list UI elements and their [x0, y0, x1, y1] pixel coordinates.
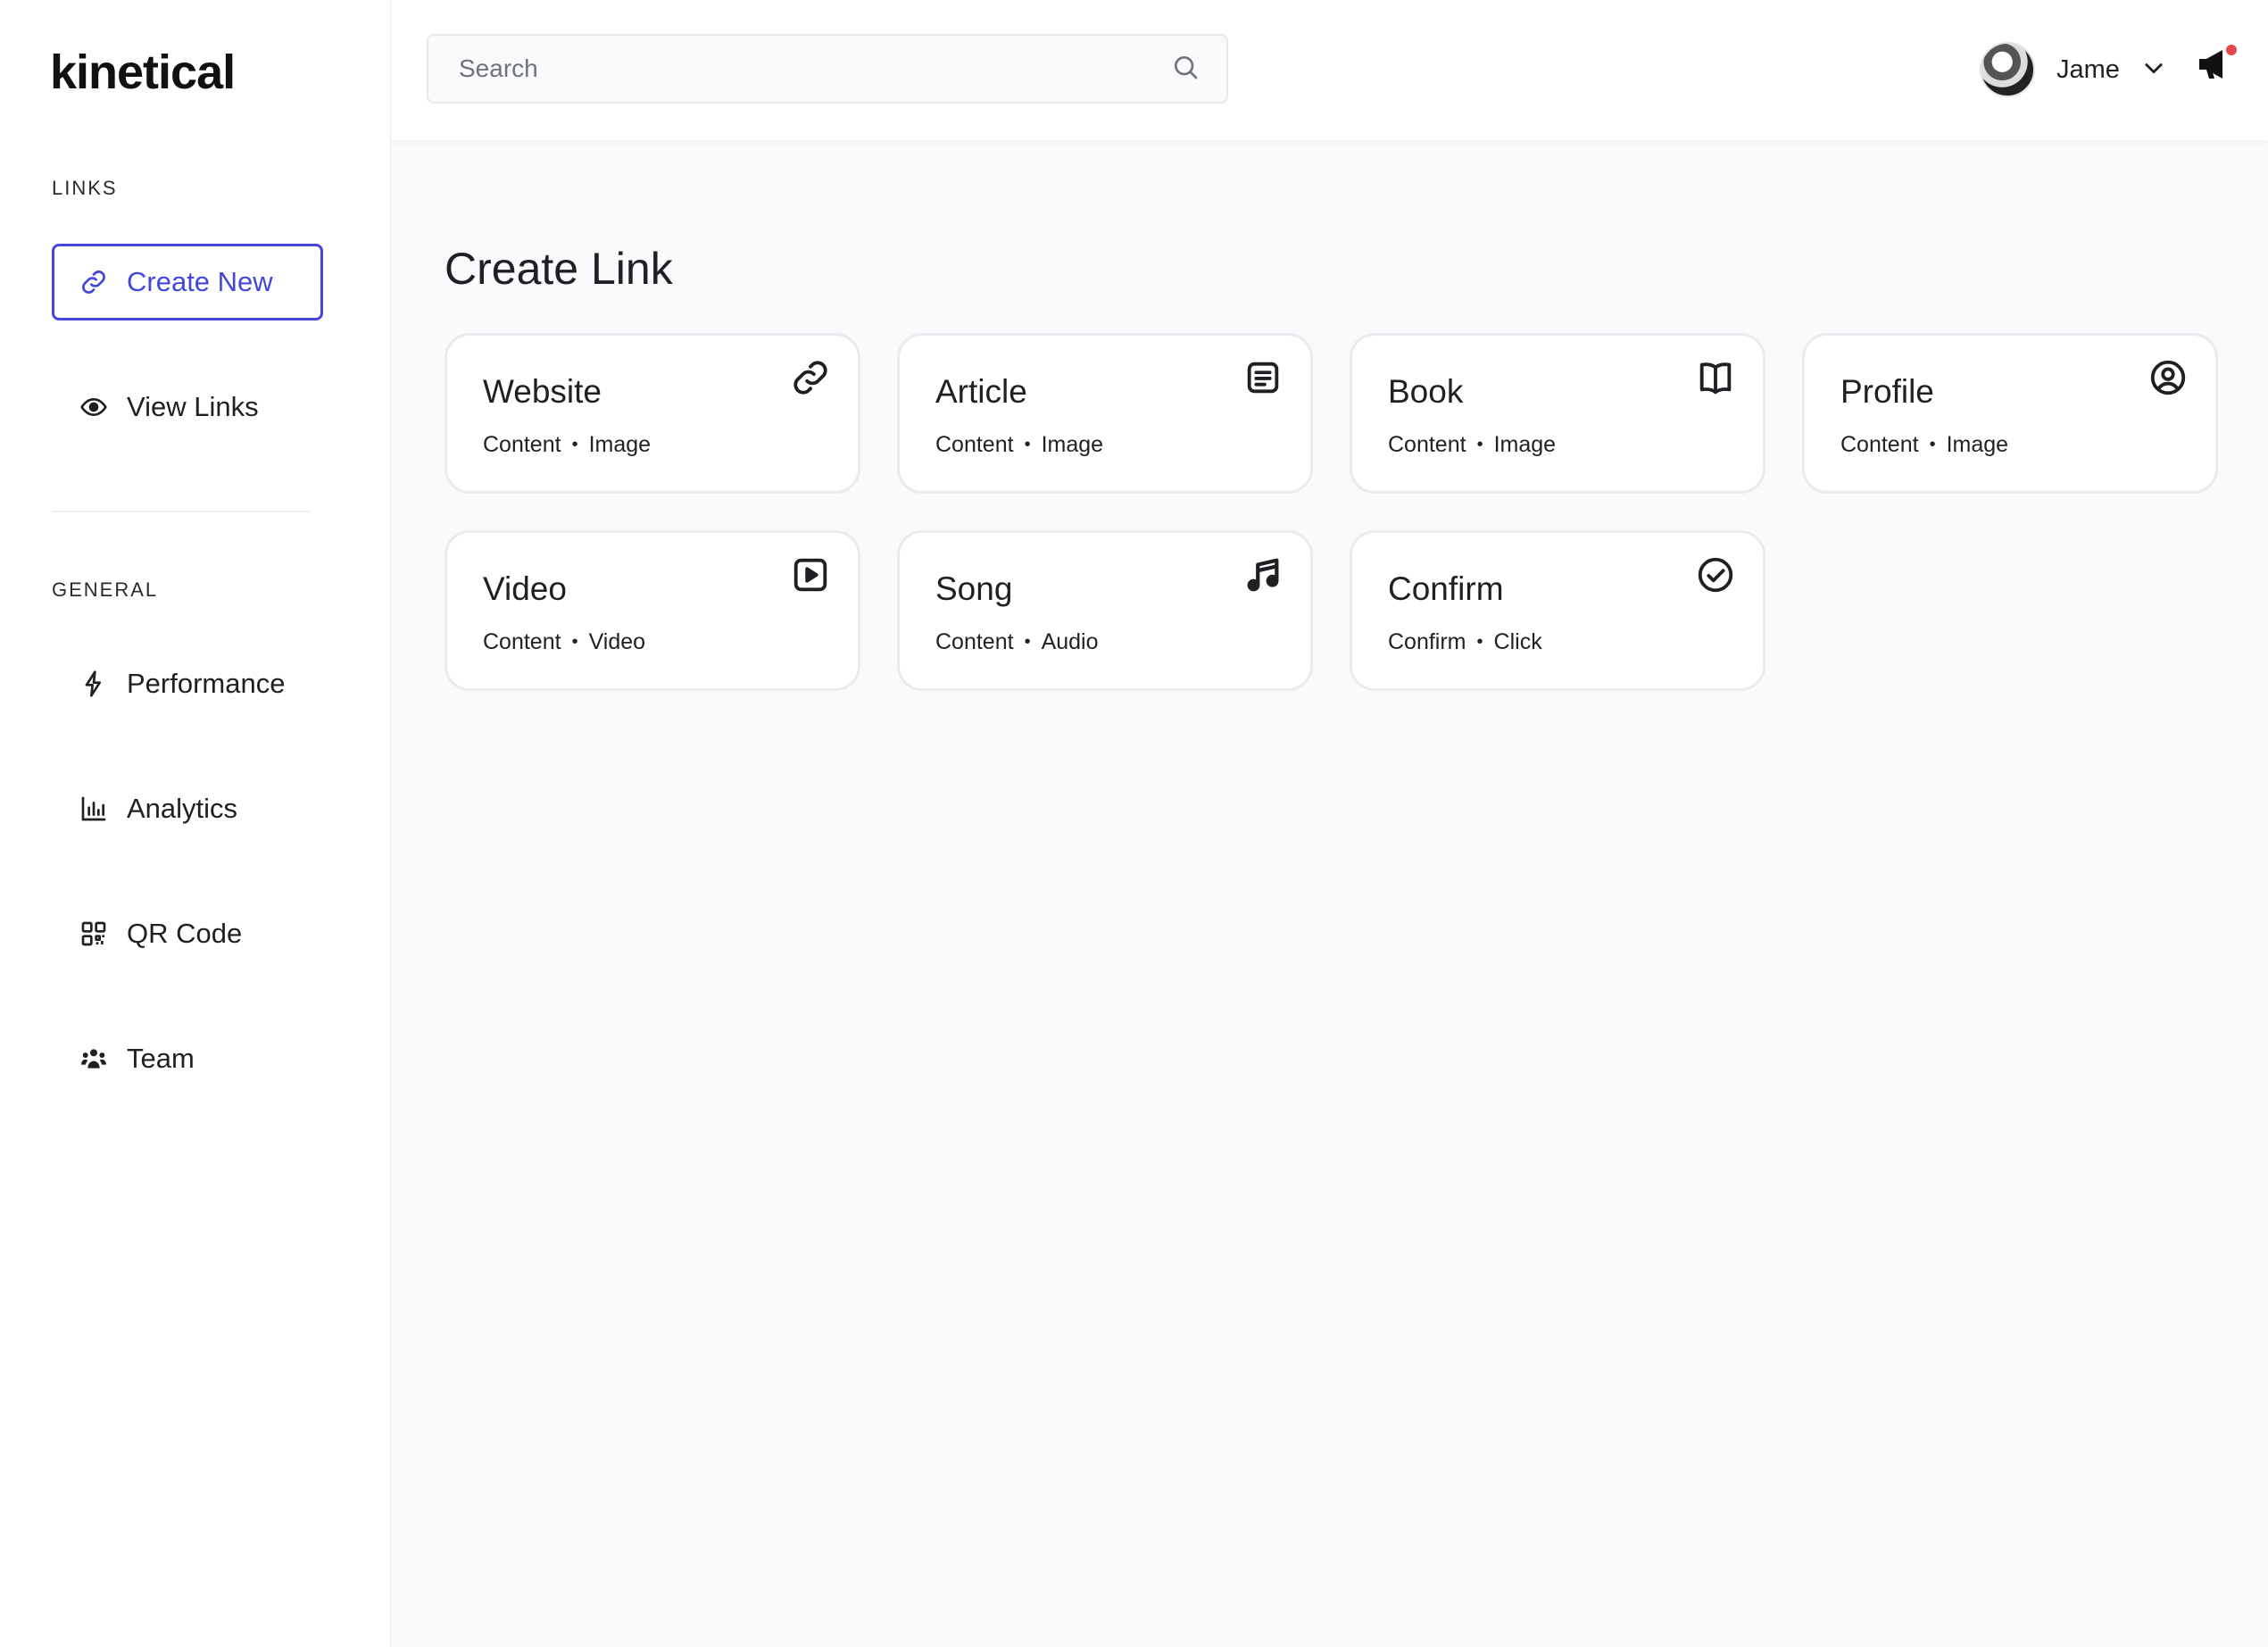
card-meta-primary: Content — [935, 629, 1014, 654]
meta-separator: • — [571, 632, 578, 652]
card-meta-primary: Content — [483, 629, 561, 654]
sidebar-item-qr-code[interactable]: QR Code — [52, 895, 323, 972]
book-icon — [1695, 357, 1736, 398]
sidebar-item-label: View Links — [127, 391, 259, 422]
card-meta-primary: Content — [935, 432, 1014, 457]
card-meta-secondary: Image — [1946, 432, 2009, 457]
card-title: Song — [935, 570, 1013, 607]
card-meta-secondary: Audio — [1041, 629, 1099, 654]
bolt-icon — [79, 669, 109, 699]
meta-separator: • — [1024, 435, 1031, 454]
user-menu[interactable]: Jame — [1980, 39, 2166, 100]
card-meta-secondary: Video — [588, 629, 646, 654]
card-song[interactable]: Song Content • Audio — [897, 530, 1313, 691]
avatar[interactable] — [1980, 42, 2035, 97]
article-icon — [1242, 357, 1284, 398]
sidebar-item-analytics[interactable]: Analytics — [52, 770, 323, 847]
sidebar: kinetical LINKS Create New View Links GE… — [0, 0, 391, 1647]
top-header: Jame — [391, 0, 2268, 140]
card-meta: Content • Image — [935, 432, 1103, 458]
card-title: Video — [483, 570, 567, 607]
card-meta-secondary: Image — [588, 432, 652, 457]
meta-separator: • — [1476, 632, 1483, 652]
sidebar-item-label: Analytics — [127, 793, 238, 824]
search-bar[interactable] — [427, 34, 1228, 104]
card-title: Book — [1388, 373, 1464, 410]
check-circle-icon — [1695, 554, 1736, 595]
card-confirm[interactable]: Confirm Confirm • Click — [1350, 530, 1765, 691]
sidebar-divider — [52, 511, 311, 512]
search-input[interactable] — [459, 54, 1171, 83]
card-title: Article — [935, 373, 1027, 410]
sidebar-item-view-links[interactable]: View Links — [52, 369, 323, 445]
card-meta: Content • Audio — [935, 629, 1099, 655]
chevron-down-icon[interactable] — [2141, 55, 2166, 85]
card-meta: Content • Video — [483, 629, 645, 655]
qr-code-icon — [79, 919, 109, 949]
card-meta-secondary: Image — [1493, 432, 1557, 457]
sidebar-item-label: Performance — [127, 668, 286, 699]
sidebar-item-label: QR Code — [127, 918, 243, 949]
links-section-label: LINKS — [52, 177, 118, 199]
meta-separator: • — [571, 435, 578, 454]
notifications-button[interactable] — [2194, 43, 2240, 89]
profile-icon — [2148, 357, 2189, 398]
sidebar-item-label: Create New — [127, 266, 273, 297]
card-meta-secondary: Image — [1041, 432, 1104, 457]
sidebar-item-performance[interactable]: Performance — [52, 645, 323, 722]
eye-icon — [79, 392, 109, 422]
notification-badge — [2226, 45, 2237, 55]
general-section-label: GENERAL — [52, 578, 159, 601]
card-website[interactable]: Website Content • Image — [444, 333, 860, 494]
video-icon — [790, 554, 831, 595]
logo[interactable]: kinetical — [50, 45, 236, 100]
bar-chart-icon — [79, 794, 109, 824]
card-meta-primary: Content — [483, 432, 561, 457]
card-meta: Confirm • Click — [1388, 629, 1542, 655]
meta-separator: • — [1929, 435, 1936, 454]
app-root: kinetical LINKS Create New View Links GE… — [0, 0, 2268, 1647]
card-title: Website — [483, 373, 602, 410]
card-video[interactable]: Video Content • Video — [444, 530, 860, 691]
music-icon — [1242, 554, 1284, 595]
meta-separator: • — [1024, 632, 1031, 652]
card-meta: Content • Image — [1840, 432, 2008, 458]
card-profile[interactable]: Profile Content • Image — [1802, 333, 2218, 494]
meta-separator: • — [1476, 435, 1483, 454]
user-name: Jame — [2056, 54, 2120, 84]
sidebar-item-label: Team — [127, 1043, 195, 1074]
card-title: Profile — [1840, 373, 1934, 410]
search-icon[interactable] — [1171, 53, 1200, 86]
card-meta-primary: Confirm — [1388, 629, 1466, 654]
page-title: Create Link — [444, 244, 673, 294]
link-icon — [790, 357, 831, 398]
card-meta: Content • Image — [483, 432, 651, 458]
link-icon — [79, 267, 109, 297]
card-title: Confirm — [1388, 570, 1504, 607]
card-meta-primary: Content — [1388, 432, 1466, 457]
card-meta: Content • Image — [1388, 432, 1556, 458]
card-article[interactable]: Article Content • Image — [897, 333, 1313, 494]
sidebar-item-create-new[interactable]: Create New — [52, 244, 323, 320]
team-icon — [79, 1044, 109, 1074]
card-book[interactable]: Book Content • Image — [1350, 333, 1765, 494]
card-meta-secondary: Click — [1493, 629, 1542, 654]
sidebar-item-team[interactable]: Team — [52, 1020, 323, 1097]
card-meta-primary: Content — [1840, 432, 1919, 457]
